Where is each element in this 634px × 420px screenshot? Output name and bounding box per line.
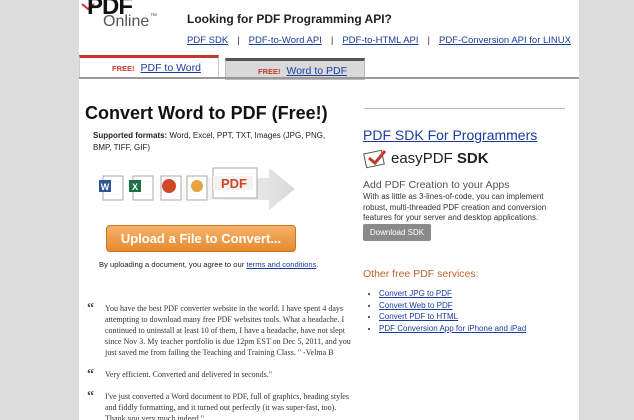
api-link-separator: | [427,35,430,46]
page-container: PDF Online ™ Looking for PDF Programming… [79,0,579,420]
svg-text:W: W [101,182,110,192]
pdf-sdk-link[interactable]: PDF SDK For Programmers [363,127,537,143]
word-doc-icon: W [99,175,124,201]
api-link-separator: | [237,35,240,46]
list-item: Convert JPG to PDF [379,288,526,300]
logo-pdf: PDF [422,150,453,167]
upload-file-button[interactable]: Upload a File to Convert... [106,225,296,252]
testimonial-text: Very efficient. Converted and delivered … [105,370,273,379]
pdf-doc-icon: PDF [212,167,258,199]
terms-suffix: . [316,260,319,269]
testimonial-text: I've just converted a Word document to P… [105,392,349,420]
formats-label: Supported formats: [93,131,168,140]
other-services-list: Convert JPG to PDF Convert Web to PDF Co… [379,288,526,334]
sdk-description: With as little as 3-lines-of-code, you c… [363,192,547,222]
link-jpg-to-pdf[interactable]: Convert JPG to PDF [379,289,452,298]
tab-label: Word to PDF [286,65,348,77]
download-sdk-button[interactable]: Download SDK [363,224,431,241]
link-pdf-to-html[interactable]: Convert PDF to HTML [379,312,458,321]
logo-tm-text: ™ [150,13,157,20]
api-link-pdf-to-html[interactable]: PDF-to-HTML API [342,35,418,46]
excel-doc-icon: X [129,175,154,201]
terms-notice: By uploading a document, you agree to ou… [99,260,319,269]
list-item: Convert PDF to HTML [379,311,526,323]
svg-text:X: X [132,182,138,192]
easypdf-sdk-logo: easyPDF SDK [363,148,563,170]
sdk-subheading: Add PDF Creation to your Apps [363,179,510,191]
sidebar-divider [364,108,565,109]
testimonial-item: “ I've just converted a Word document to… [87,389,357,420]
image-doc-icon [186,175,208,201]
api-link-linux[interactable]: PDF-Conversion API for LINUX [439,35,571,46]
testimonial-item: “ Very efficient. Converted and delivere… [87,367,357,382]
api-links-bar: PDF SDK | PDF-to-Word API | PDF-to-HTML API |… [187,35,571,46]
other-services-heading: Other free PDF services: [363,268,479,280]
free-badge: FREE! [258,67,281,76]
quote-mark-icon: “ [87,301,94,316]
tab-pdf-to-word[interactable]: FREE! PDF to Word [79,55,219,78]
testimonial-item: “ You have the best PDF converter websit… [87,301,357,358]
logo-sdk: SDK [456,150,489,167]
api-heading: Looking for PDF Programming API? [187,12,392,26]
powerpoint-doc-icon [160,175,182,201]
link-iphone-app[interactable]: PDF Conversion App for iPhone and iPad [379,324,526,333]
free-badge: FREE! [112,64,135,73]
quote-mark-icon: “ [87,367,94,382]
testimonials: “ You have the best PDF converter websit… [87,301,357,420]
list-item: PDF Conversion App for iPhone and iPad [379,323,526,335]
quote-mark-icon: “ [87,389,94,404]
pdf-icon-text: PDF [221,176,247,191]
terms-prefix: By uploading a document, you agree to ou… [99,260,247,269]
office-to-pdf-icon: W X PDF [99,167,295,210]
easypdf-logo-icon [363,149,387,169]
tab-divider [79,77,579,79]
logo-online-text: Online [103,13,150,30]
logo-easy: easy [391,150,423,167]
supported-formats: Supported formats: Word, Excel, PPT, TXT… [93,130,343,154]
link-web-to-pdf[interactable]: Convert Web to PDF [379,301,453,310]
api-link-separator: | [330,35,334,46]
api-link-pdf-to-word[interactable]: PDF-to-Word API [249,35,322,46]
testimonial-text: You have the best PDF converter website … [105,304,351,357]
tab-label: PDF to Word [140,62,202,74]
pdfonline-logo[interactable]: PDF Online ™ [79,0,169,40]
api-link-pdf-sdk[interactable]: PDF SDK [187,35,228,46]
terms-link[interactable]: terms and conditions [246,260,316,269]
page-title: Convert Word to PDF (Free!) [85,103,328,123]
list-item: Convert Web to PDF [379,300,526,312]
